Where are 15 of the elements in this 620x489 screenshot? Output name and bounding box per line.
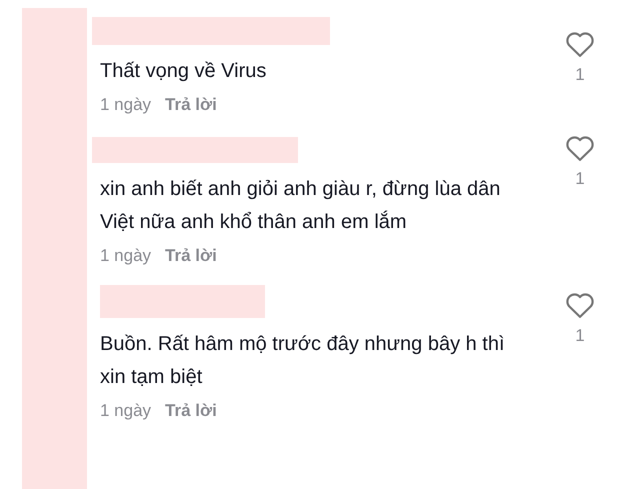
like-count: 1 xyxy=(575,325,585,347)
comment-time: 1 ngày xyxy=(100,400,152,422)
like-count: 1 xyxy=(575,168,585,190)
comment-text: xin anh biết anh giỏi anh giàu r, đừng lùa dân Việt nữa anh khổ thân anh em lắm xyxy=(100,177,502,235)
comment-text: Buồn. Rất hâm mộ trước đây nhưng bây h thì xin tạm biệt xyxy=(100,332,506,390)
reply-link[interactable]: Trả lời xyxy=(165,241,217,271)
comment-time: 1 ngày xyxy=(100,245,152,267)
heart-icon[interactable] xyxy=(565,134,595,162)
comment-text: Thất vọng về Virus xyxy=(100,59,268,84)
like-count: 1 xyxy=(575,64,585,86)
reply-link[interactable]: Trả lời xyxy=(165,90,217,120)
comment-time: 1 ngày xyxy=(100,94,152,116)
heart-icon[interactable] xyxy=(565,30,595,58)
heart-icon[interactable] xyxy=(565,291,595,319)
reply-link[interactable]: Trả lời xyxy=(165,396,217,426)
